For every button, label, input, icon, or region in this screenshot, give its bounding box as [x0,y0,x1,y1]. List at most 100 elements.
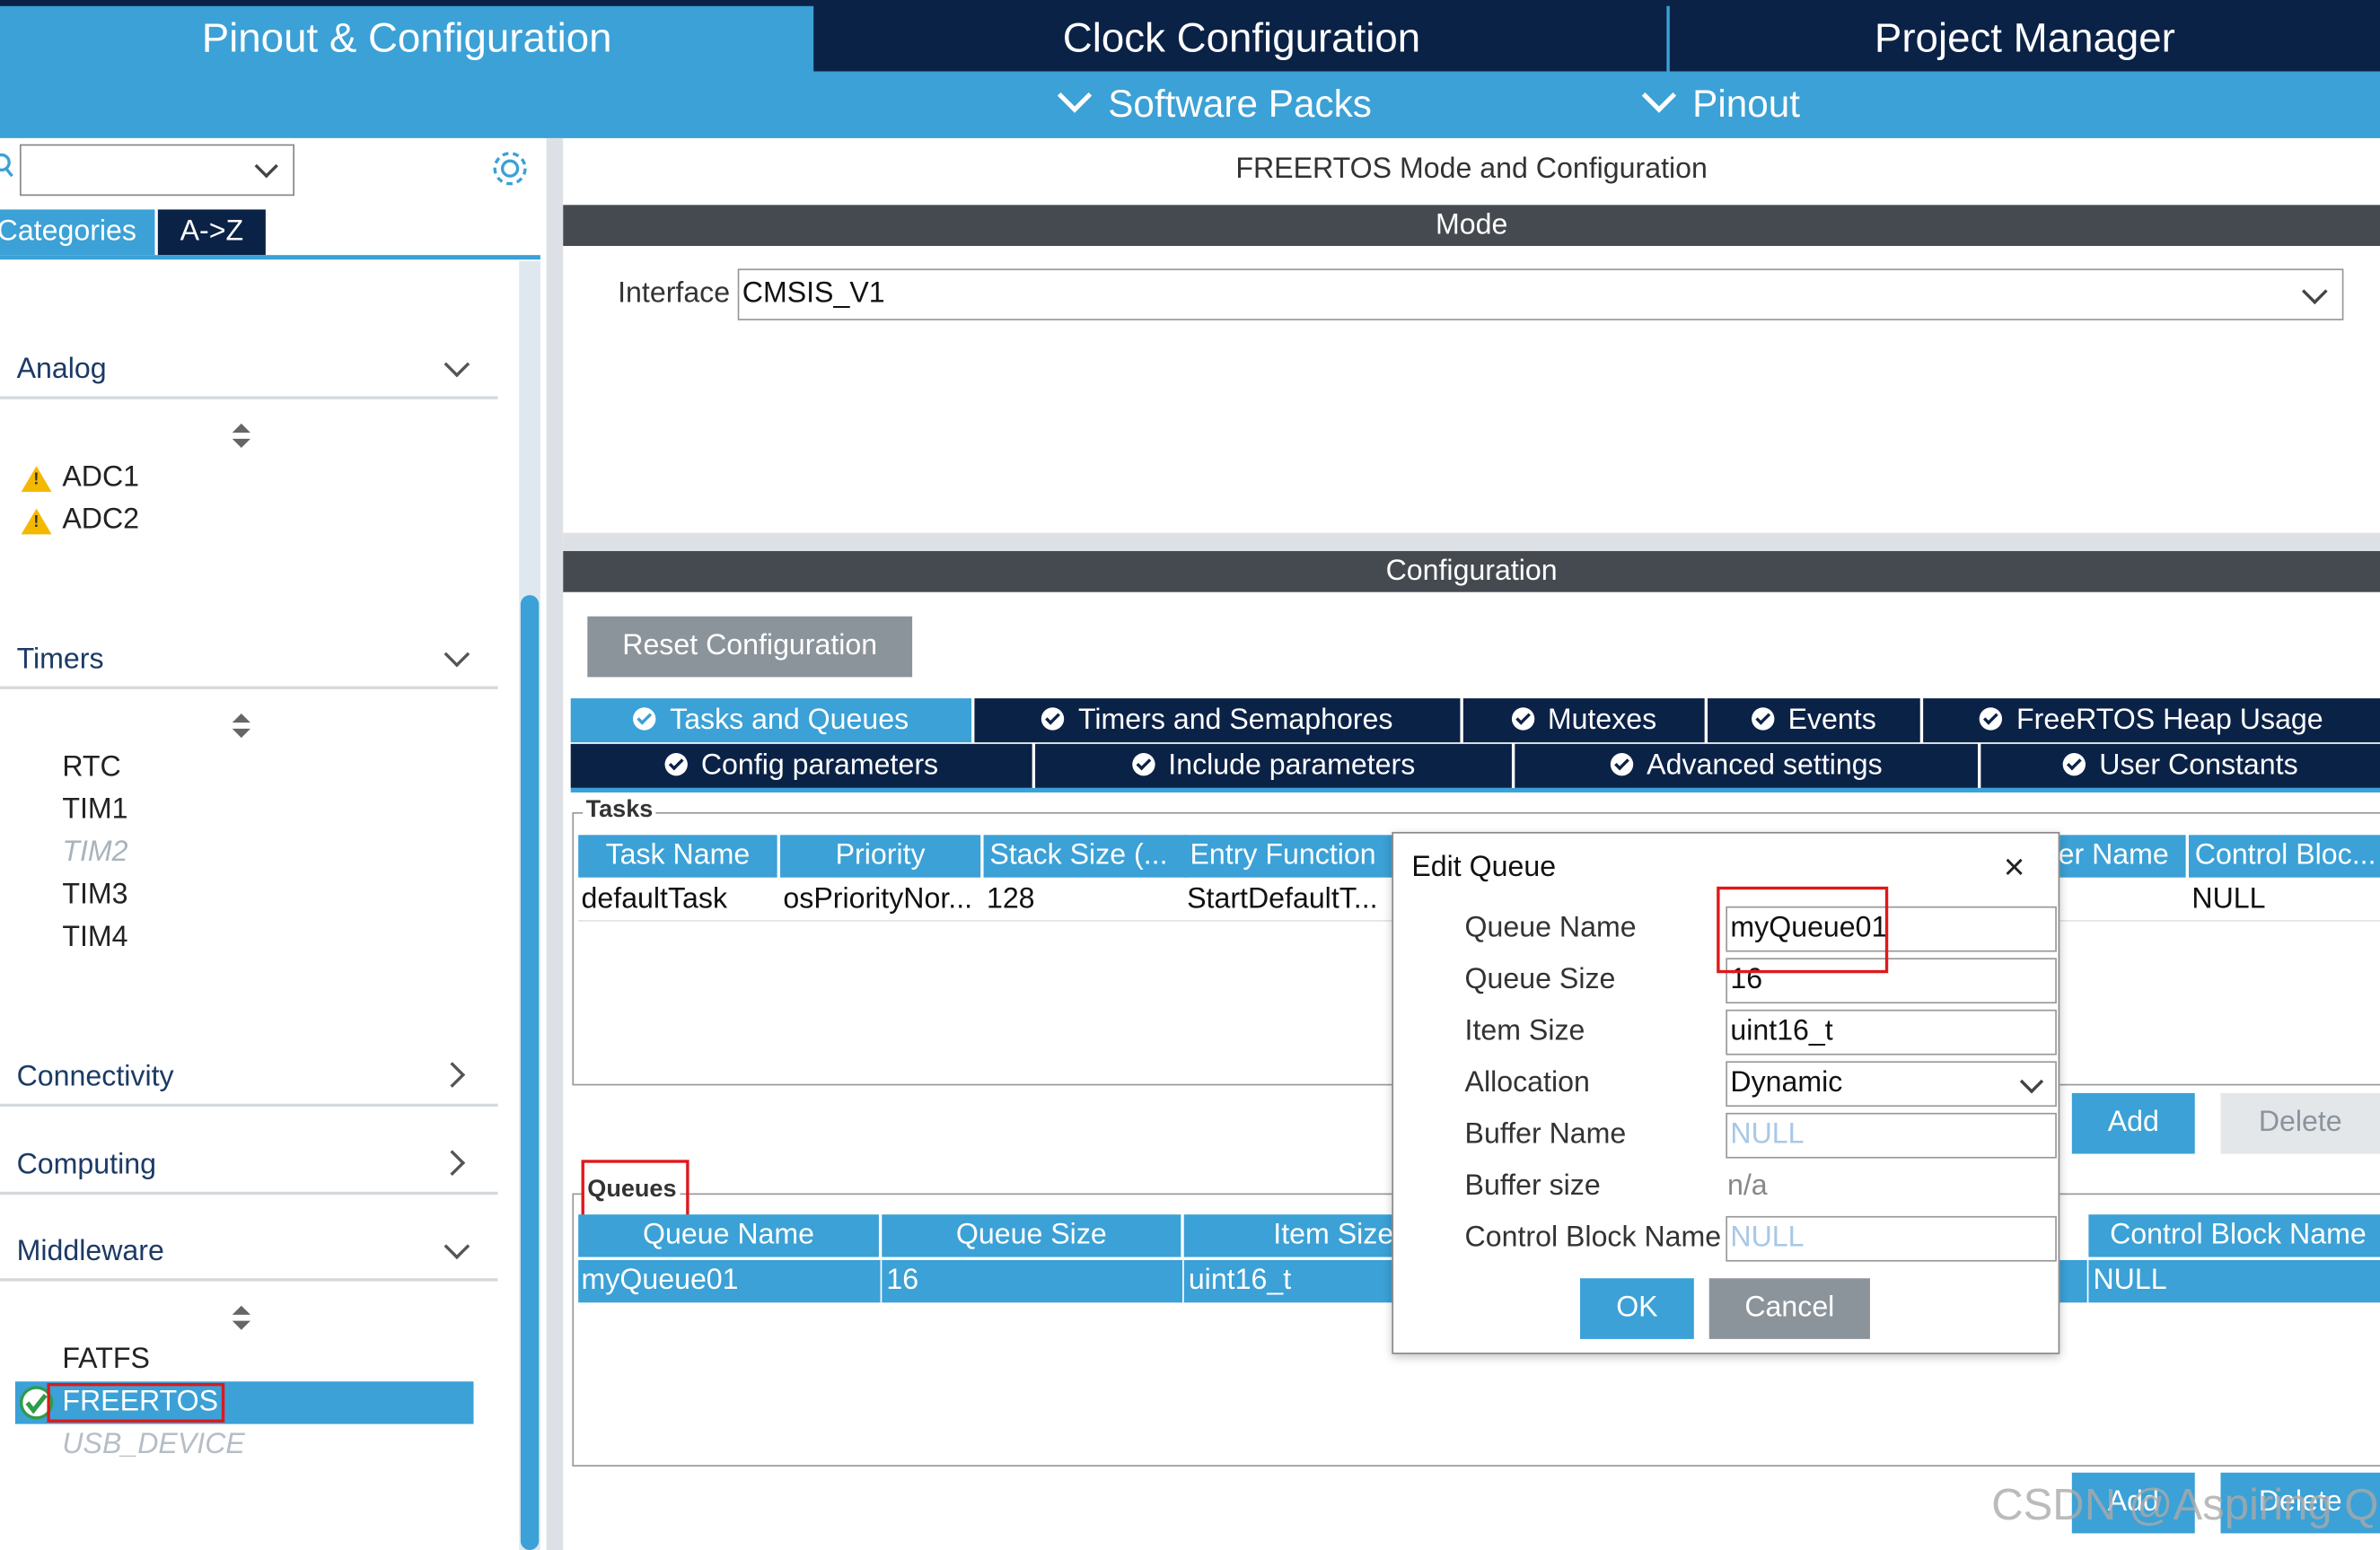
check-icon [1610,752,1633,776]
sort-icon[interactable] [232,423,250,451]
buffer-size-value: n/a [1727,1170,1768,1203]
control-block-name-label: Control Block Name [1464,1222,1722,1255]
item-size-field[interactable]: uint16_t [1726,1009,2057,1055]
tab-label: Mutexes [1547,704,1657,737]
ok-button[interactable]: OK [1580,1278,1694,1339]
tab-a-z[interactable]: A->Z [157,209,266,256]
item-size-label: Item Size [1464,1015,1585,1048]
task-entry-function-cell[interactable]: StartDefaultT... [1182,879,1393,921]
column-header-control-block-name[interactable]: Control Block Name [2088,1214,2380,1257]
search-icon[interactable] [0,152,15,179]
allocation-value: Dynamic [1730,1067,1843,1099]
tab-config-parameters[interactable]: Config parameters [570,743,1032,788]
close-icon[interactable]: × [2004,847,2025,889]
chevron-down-icon [1057,78,1093,113]
tab-project-manager[interactable]: Project Manager [1670,6,2380,72]
sidebar-item-rtc[interactable]: RTC [62,751,120,784]
task-control-block-cell[interactable]: NULL [2187,879,2380,921]
tab-label: Config parameters [700,749,939,783]
sort-icon[interactable] [232,1305,250,1333]
software-packs-label: Software Packs [1108,83,1372,127]
category-middleware[interactable]: Middleware [17,1236,164,1269]
tabs-underline [570,787,2380,793]
sidebar-tab-underline [0,255,540,260]
tab-clock-configuration[interactable]: Clock Configuration [820,6,1664,72]
search-select[interactable] [19,144,294,197]
divider [0,396,498,399]
check-icon [664,752,688,776]
watermark: CSDN @Aspiring Q [1991,1481,2379,1531]
buffer-name-field[interactable]: NULL [1726,1112,2057,1159]
reset-configuration-button[interactable]: Reset Configuration [587,616,913,678]
category-connectivity[interactable]: Connectivity [17,1061,174,1094]
tab-events[interactable]: Events [1708,698,1920,743]
category-timers[interactable]: Timers [17,644,104,677]
mode-header: Mode [563,205,2380,247]
pinout-label: Pinout [1692,83,1800,127]
column-header-queue-name[interactable]: Queue Name [578,1214,879,1257]
sidebar-item-fatfs[interactable]: FATFS [62,1344,150,1377]
sidebar-item-tim3[interactable]: TIM3 [62,879,127,912]
delete-task-button[interactable]: Delete [2220,1092,2380,1154]
column-header-buffer-name[interactable]: er Name [2058,835,2186,878]
highlight-box [47,1382,225,1423]
sort-icon[interactable] [232,714,250,740]
gear-icon[interactable] [490,149,530,188]
sidebar-item-adc2[interactable]: ADC2 [62,504,139,538]
task-buffer-name-cell[interactable] [2059,879,2191,921]
tab-label: User Constants [2099,749,2298,783]
sidebar-item-usb-device[interactable]: USB_DEVICE [62,1429,245,1462]
tab-label: Advanced settings [1647,749,1883,783]
sidebar-item-tim4[interactable]: TIM4 [62,922,127,955]
check-icon [1751,707,1775,731]
tab-mutexes[interactable]: Mutexes [1462,698,1705,743]
cancel-button[interactable]: Cancel [1708,1278,1870,1339]
tab-label: Include parameters [1168,749,1416,783]
pinout-menu[interactable]: Pinout [1641,72,1800,138]
allocation-label: Allocation [1464,1067,1590,1099]
chevron-down-icon [1641,78,1677,113]
category-computing[interactable]: Computing [17,1149,156,1182]
sidebar-item-adc1[interactable]: ADC1 [62,461,139,495]
tab-advanced-settings[interactable]: Advanced settings [1515,743,1978,788]
control-block-name-field[interactable]: NULL [1726,1215,2057,1262]
tab-user-constants[interactable]: User Constants [1980,743,2380,788]
sidebar-item-tim2[interactable]: TIM2 [62,836,127,870]
tab-label: Tasks and Queues [670,704,909,737]
tab-tasks-and-queues[interactable]: Tasks and Queues [570,698,972,743]
queue-name-cell[interactable]: myQueue01 [576,1260,883,1302]
divider [0,1278,498,1282]
column-header-queue-size[interactable]: Queue Size [882,1214,1181,1257]
column-header-control-block[interactable]: Control Bloc... [2188,835,2380,878]
tab-categories[interactable]: Categories [0,209,155,256]
column-header-task-name[interactable]: Task Name [578,835,777,878]
sidebar-scrollbar-thumb[interactable] [520,595,540,1550]
tab-timers-and-semaphores[interactable]: Timers and Semaphores [974,698,1461,743]
column-header-priority[interactable]: Priority [780,835,981,878]
software-packs-menu[interactable]: Software Packs [1057,72,1372,138]
tab-pinout-configuration[interactable]: Pinout & Configuration [0,5,814,72]
queue-size-cell[interactable]: 16 [880,1259,1188,1303]
check-icon [1980,707,2003,731]
tab-include-parameters[interactable]: Include parameters [1035,743,1512,788]
task-name-cell[interactable]: defaultTask [576,879,781,921]
check-icon [1131,752,1155,776]
warning-icon: ! [21,508,52,535]
column-header-entry-function[interactable]: Entry Function [1183,835,1395,878]
mode-config-splitter[interactable] [563,532,2380,552]
highlight-box [581,1160,689,1221]
tab-freertos-heap-usage[interactable]: FreeRTOS Heap Usage [1923,698,2380,743]
queue-control-block-cell[interactable]: NULL [2086,1259,2380,1303]
main-title: FREERTOS Mode and Configuration [1235,153,1708,186]
panel-splitter[interactable] [546,137,564,1550]
interface-select[interactable]: CMSIS_V1 [737,268,2344,320]
tab-label: FreeRTOS Heap Usage [2016,704,2323,737]
sidebar-item-tim1[interactable]: TIM1 [62,794,127,828]
task-priority-cell[interactable]: osPriorityNor... [778,879,985,921]
column-header-stack-size[interactable]: Stack Size (... [983,835,1188,878]
task-stack-size-cell[interactable]: 128 [982,879,1186,921]
add-task-button[interactable]: Add [2071,1092,2195,1154]
tab-label: Events [1787,704,1876,737]
category-analog[interactable]: Analog [17,354,107,387]
allocation-select[interactable]: Dynamic [1726,1061,2057,1108]
